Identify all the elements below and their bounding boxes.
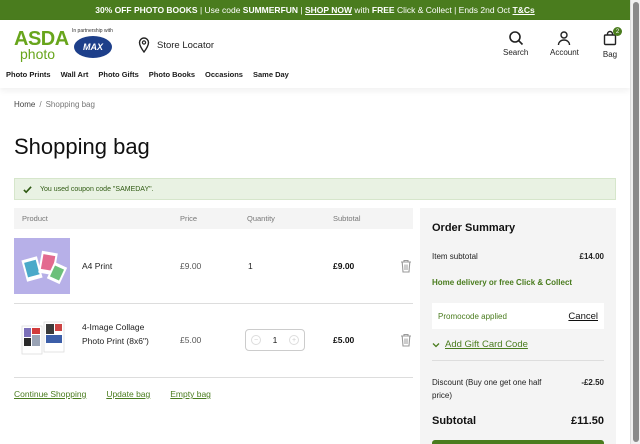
max-logo: MAX xyxy=(74,36,112,58)
gift-card-label: Add Gift Card Code xyxy=(445,339,528,350)
subtotal-label: Subtotal xyxy=(432,415,476,427)
nav-photo-books[interactable]: Photo Books xyxy=(149,70,195,79)
row-divider xyxy=(14,303,413,304)
scrollbar[interactable] xyxy=(630,0,640,444)
location-pin-icon xyxy=(138,37,150,53)
account-label: Account xyxy=(550,48,579,57)
shop-now-link[interactable]: SHOP NOW xyxy=(305,5,352,15)
quantity-value[interactable]: 1 xyxy=(273,335,278,345)
coupon-notice-text: You used coupon code "SAMEDAY". xyxy=(40,185,154,193)
col-price: Price xyxy=(180,214,198,223)
subtotal-value: £11.50 xyxy=(570,415,604,427)
promo-headline: 30% OFF PHOTO BOOKS xyxy=(95,5,198,15)
promo-text-sep: | xyxy=(298,5,305,15)
product-name-line2: Photo Print (8x6") xyxy=(82,336,149,346)
row-subtotal: £5.00 xyxy=(333,335,355,345)
scrollbar-thumb[interactable] xyxy=(633,2,639,442)
promocode-applied-text: Promocode applied xyxy=(438,311,507,321)
quantity-value[interactable]: 1 xyxy=(248,261,253,271)
nav-occasions[interactable]: Occasions xyxy=(205,70,243,79)
summary-divider xyxy=(432,360,604,361)
promo-text-ends: Click & Collect | Ends 2nd Oct xyxy=(394,5,513,15)
promo-banner: 30% OFF PHOTO BOOKS | Use code SUMMERFUN… xyxy=(0,0,630,20)
breadcrumb-home[interactable]: Home xyxy=(14,100,35,109)
item-subtotal-value: £14.00 xyxy=(579,252,604,261)
continue-shopping-link[interactable]: Continue Shopping xyxy=(14,389,86,399)
product-thumbnail[interactable] xyxy=(14,312,70,368)
page-title: Shopping bag xyxy=(14,134,150,159)
row-divider xyxy=(14,377,413,378)
item-subtotal-label: Item subtotal xyxy=(432,252,478,261)
order-summary-title: Order Summary xyxy=(432,222,516,234)
increase-button[interactable]: + xyxy=(288,335,299,345)
cart-table-header: Product Price Quantity Subtotal xyxy=(14,208,413,229)
terms-link[interactable]: T&Cs xyxy=(513,5,535,15)
cart-actions: Continue Shopping Update bag Empty bag xyxy=(14,389,211,399)
breadcrumb-current: Shopping bag xyxy=(45,100,95,109)
trash-icon[interactable] xyxy=(400,259,412,273)
promocode-box: Promocode applied Cancel xyxy=(432,303,604,329)
subtotal-line: Subtotal £11.50 xyxy=(432,415,604,427)
main-content: Home / Shopping bag Shopping bag You used … xyxy=(0,88,630,444)
checkout-button[interactable] xyxy=(432,440,604,444)
product-price: £9.00 xyxy=(180,261,202,271)
empty-bag-link[interactable]: Empty bag xyxy=(170,389,211,399)
col-quantity: Quantity xyxy=(247,214,275,223)
nav-wall-art[interactable]: Wall Art xyxy=(61,70,89,79)
order-summary: Order Summary Item subtotal £14.00 Home … xyxy=(420,208,616,444)
store-locator-label: Store Locator xyxy=(157,39,215,51)
product-thumbnail[interactable] xyxy=(14,238,70,294)
nav-photo-gifts[interactable]: Photo Gifts xyxy=(98,70,138,79)
bag-count-badge: 2 xyxy=(613,27,622,36)
decrease-button[interactable]: − xyxy=(251,335,261,345)
promo-text-with: with xyxy=(352,5,372,15)
search-label: Search xyxy=(503,48,529,57)
row-subtotal: £9.00 xyxy=(333,261,355,271)
discount-value: -£2.50 xyxy=(581,378,604,387)
gift-card-toggle[interactable]: Add Gift Card Code xyxy=(432,339,528,350)
discount-label: Discount (Buy one get one half price) xyxy=(432,378,542,400)
account-button[interactable]: Account xyxy=(550,30,579,57)
cart-row: A4 Print £9.00 1 £9.00 xyxy=(14,238,413,294)
check-icon xyxy=(23,185,32,193)
nav-photo-prints[interactable]: Photo Prints xyxy=(6,70,51,79)
promo-free: FREE xyxy=(371,5,395,15)
main-nav: Photo Prints Wall Art Photo Gifts Photo … xyxy=(6,70,289,79)
search-button[interactable]: Search xyxy=(503,30,528,57)
coupon-notice: You used coupon code "SAMEDAY". xyxy=(14,178,616,200)
cart-row: 4-Image Collage Photo Print (8x6") £5.00… xyxy=(14,312,413,368)
breadcrumb-separator: / xyxy=(39,100,42,109)
col-product: Product xyxy=(22,214,48,223)
delivery-note: Home delivery or free Click & Collect xyxy=(432,278,573,287)
cancel-promocode-link[interactable]: Cancel xyxy=(568,311,598,322)
bag-button[interactable]: 2 Bag xyxy=(602,27,622,59)
partner-text: In partnership with xyxy=(72,28,113,34)
nav-same-day[interactable]: Same Day xyxy=(253,70,289,79)
promo-text: | Use code xyxy=(197,5,243,15)
site-header: ASDA photo In partnership with MAX Store… xyxy=(0,20,630,88)
item-subtotal-line: Item subtotal £14.00 xyxy=(432,252,604,261)
search-icon xyxy=(508,31,523,46)
promo-code: SUMMERFUN xyxy=(242,5,299,15)
quantity-stepper[interactable]: − 1 + xyxy=(245,329,305,351)
trash-icon[interactable] xyxy=(400,333,412,347)
update-bag-link[interactable]: Update bag xyxy=(106,389,150,399)
col-subtotal: Subtotal xyxy=(333,214,361,223)
user-icon xyxy=(558,31,571,46)
photo-logo[interactable]: photo xyxy=(20,46,55,62)
store-locator-link[interactable]: Store Locator xyxy=(138,37,214,53)
chevron-down-icon xyxy=(432,342,440,347)
product-price: £5.00 xyxy=(180,335,202,345)
bag-label: Bag xyxy=(602,50,618,59)
product-name[interactable]: 4-Image Collage Photo Print (8x6") xyxy=(82,320,149,348)
product-name[interactable]: A4 Print xyxy=(82,259,112,273)
product-name-line1: 4-Image Collage xyxy=(82,322,145,332)
breadcrumb: Home / Shopping bag xyxy=(14,100,95,109)
